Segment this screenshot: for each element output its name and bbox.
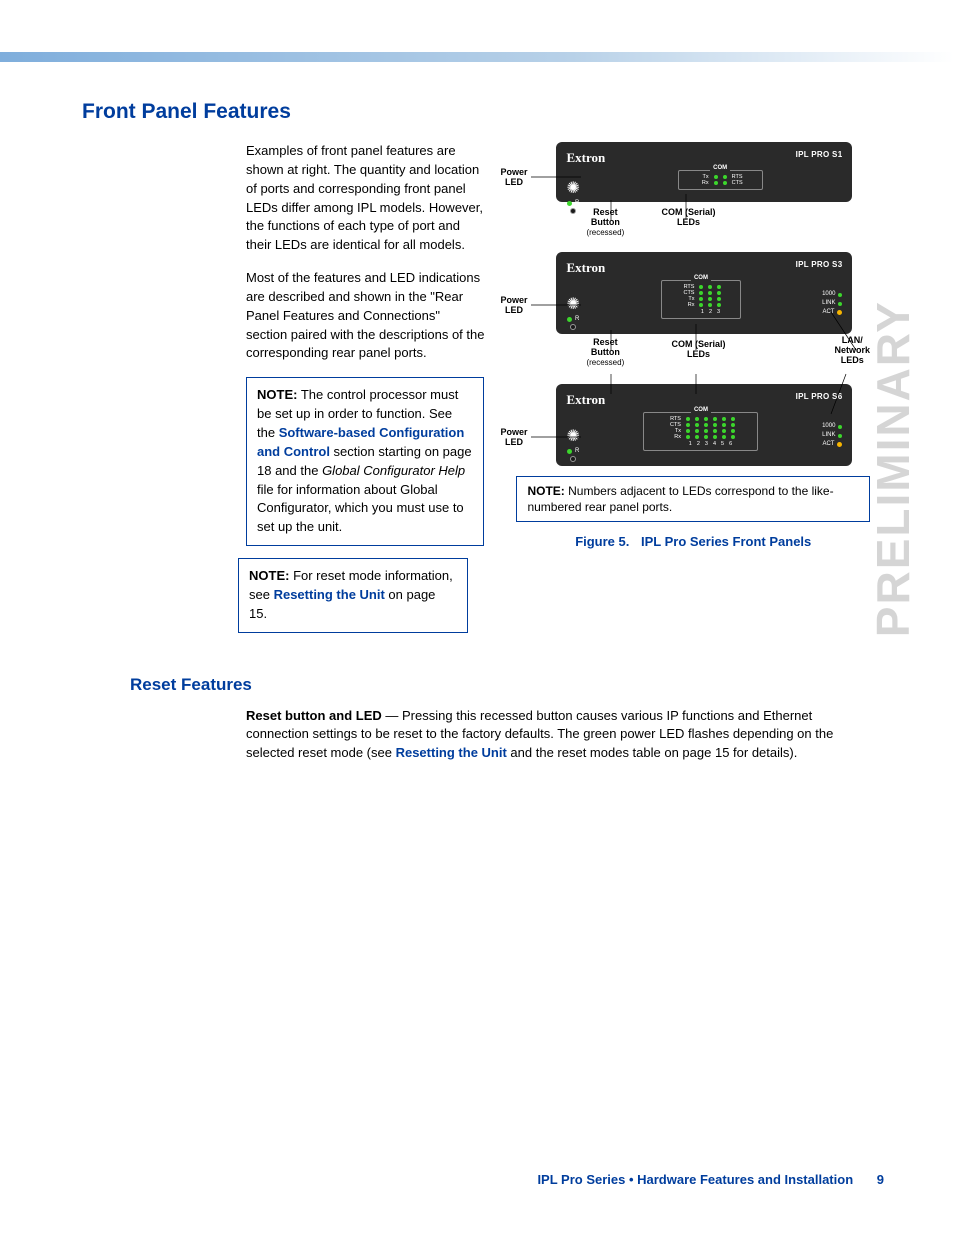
col-num: 1: [689, 441, 692, 447]
note-box-setup: NOTE: The control processor must be set …: [246, 377, 484, 546]
brand-logo: Extron: [566, 260, 605, 276]
reset-hole-icon: [570, 324, 576, 330]
col-num: 3: [705, 441, 708, 447]
link-resetting-unit[interactable]: Resetting the Unit: [274, 587, 385, 602]
reset-sep: —: [382, 708, 402, 723]
callout-power-led: PowerLED: [500, 428, 527, 448]
com-grid-s3: COM RTS CTS Tx Rx 123: [661, 280, 741, 319]
lan-block: 1000 LINK ACT: [822, 422, 842, 449]
callout-com-leds: COM (Serial)LEDs: [661, 208, 715, 228]
intro-paragraph-2: Most of the features and LED indications…: [246, 269, 484, 363]
reset-hole-icon: [570, 456, 576, 462]
subsection-title-reset: Reset Features: [130, 675, 882, 695]
lan-link: LINK: [822, 299, 835, 308]
power-star-icon: ✺: [566, 178, 579, 198]
lan-link: LINK: [822, 431, 835, 440]
figure-title: IPL Pro Series Front Panels: [641, 534, 811, 549]
model-label: IPL PRO S1: [796, 150, 843, 166]
lan-1000: 1000: [822, 422, 835, 431]
reset-lead: Reset button and LED: [246, 708, 382, 723]
col-num: 1: [701, 309, 704, 315]
footer-text: IPL Pro Series • Hardware Features and I…: [537, 1172, 853, 1187]
col-num: 5: [721, 441, 724, 447]
figure-caption: Figure 5. IPL Pro Series Front Panels: [504, 534, 882, 549]
com-grid-s6: COM RTS CTS Tx Rx 123456: [643, 412, 758, 451]
reset-paragraph: Reset button and LED — Pressing this rec…: [246, 707, 856, 764]
lan-block: 1000 LINK ACT: [822, 290, 842, 317]
model-label: IPL PRO S6: [796, 392, 843, 408]
device-panel-s6: Extron IPL PRO S6 ✺ R COM RTS: [556, 384, 852, 466]
col-num: 4: [713, 441, 716, 447]
device-panel-s3: Extron IPL PRO S3 ✺ R COM RTS: [556, 252, 852, 334]
model-label: IPL PRO S3: [796, 260, 843, 276]
led-icon: [714, 175, 718, 179]
r-label: R: [575, 200, 579, 206]
top-gradient-bar: [0, 52, 954, 62]
col-num: 6: [729, 441, 732, 447]
com-title: COM: [691, 407, 711, 413]
note-label: NOTE:: [249, 568, 289, 583]
figure-front-panels: PowerLED Extron IPL PRO S1 ✺ R: [504, 142, 882, 645]
callout-power-led: PowerLED: [500, 168, 527, 188]
note1-post: file for information about Global Config…: [257, 482, 464, 535]
col-num: 3: [717, 309, 720, 315]
led-icon: [723, 175, 727, 179]
rx-label: Rx: [667, 434, 681, 440]
intro-paragraph-1: Examples of front panel features are sho…: [246, 142, 484, 255]
note1-italic: Global Configurator Help: [322, 463, 465, 478]
diagram-note: NOTE: Numbers adjacent to LEDs correspon…: [516, 476, 870, 522]
callout-reset-button: ResetButton(recessed): [586, 338, 624, 368]
cts-label: CTS: [732, 180, 746, 186]
page-number: 9: [877, 1172, 884, 1187]
figure-number: Figure 5.: [575, 534, 629, 549]
callout-power-led: PowerLED: [500, 296, 527, 316]
col-num: 2: [709, 309, 712, 315]
led-icon: [723, 181, 727, 185]
lan-act: ACT: [822, 308, 834, 317]
reset-hole-icon: [570, 208, 576, 214]
power-star-icon: ✺: [566, 426, 579, 446]
callout-com-leds: COM (Serial)LEDs: [671, 340, 725, 360]
com-title: COM: [710, 165, 730, 171]
device-panel-s1: Extron IPL PRO S1 ✺ R COM TxRTS: [556, 142, 852, 202]
note-box-reset: NOTE: For reset mode information, see Re…: [238, 558, 468, 633]
led-icon: [714, 181, 718, 185]
rx-label: Rx: [680, 302, 694, 308]
recessed-label: (recessed): [586, 358, 624, 367]
link-resetting-unit-2[interactable]: Resetting the Unit: [396, 745, 507, 760]
com-title: COM: [691, 275, 711, 281]
note-label: NOTE:: [527, 484, 564, 498]
reset-body2: and the reset modes table on page 15 for…: [507, 745, 798, 760]
rx-label: Rx: [695, 180, 709, 186]
callout-reset-button: ResetButton(recessed): [586, 208, 624, 238]
brand-logo: Extron: [566, 150, 605, 166]
callout-lan-leds: LAN/NetworkLEDs: [834, 336, 870, 366]
brand-logo: Extron: [566, 392, 605, 408]
com-grid-s1: COM TxRTS RxCTS: [678, 170, 763, 190]
page-footer: IPL Pro Series • Hardware Features and I…: [537, 1172, 884, 1187]
note-label: NOTE:: [257, 387, 297, 402]
recessed-label: (recessed): [586, 228, 624, 237]
power-star-icon: ✺: [566, 294, 579, 314]
power-led-icon: [567, 201, 572, 206]
r-label: R: [575, 316, 579, 322]
diagram-note-text: Numbers adjacent to LEDs correspond to t…: [527, 484, 833, 514]
power-led-icon: [567, 449, 572, 454]
r-label: R: [575, 448, 579, 454]
col-num: 2: [697, 441, 700, 447]
section-title: Front Panel Features: [82, 100, 882, 124]
lan-act: ACT: [822, 440, 834, 449]
power-led-icon: [567, 317, 572, 322]
lan-1000: 1000: [822, 290, 835, 299]
